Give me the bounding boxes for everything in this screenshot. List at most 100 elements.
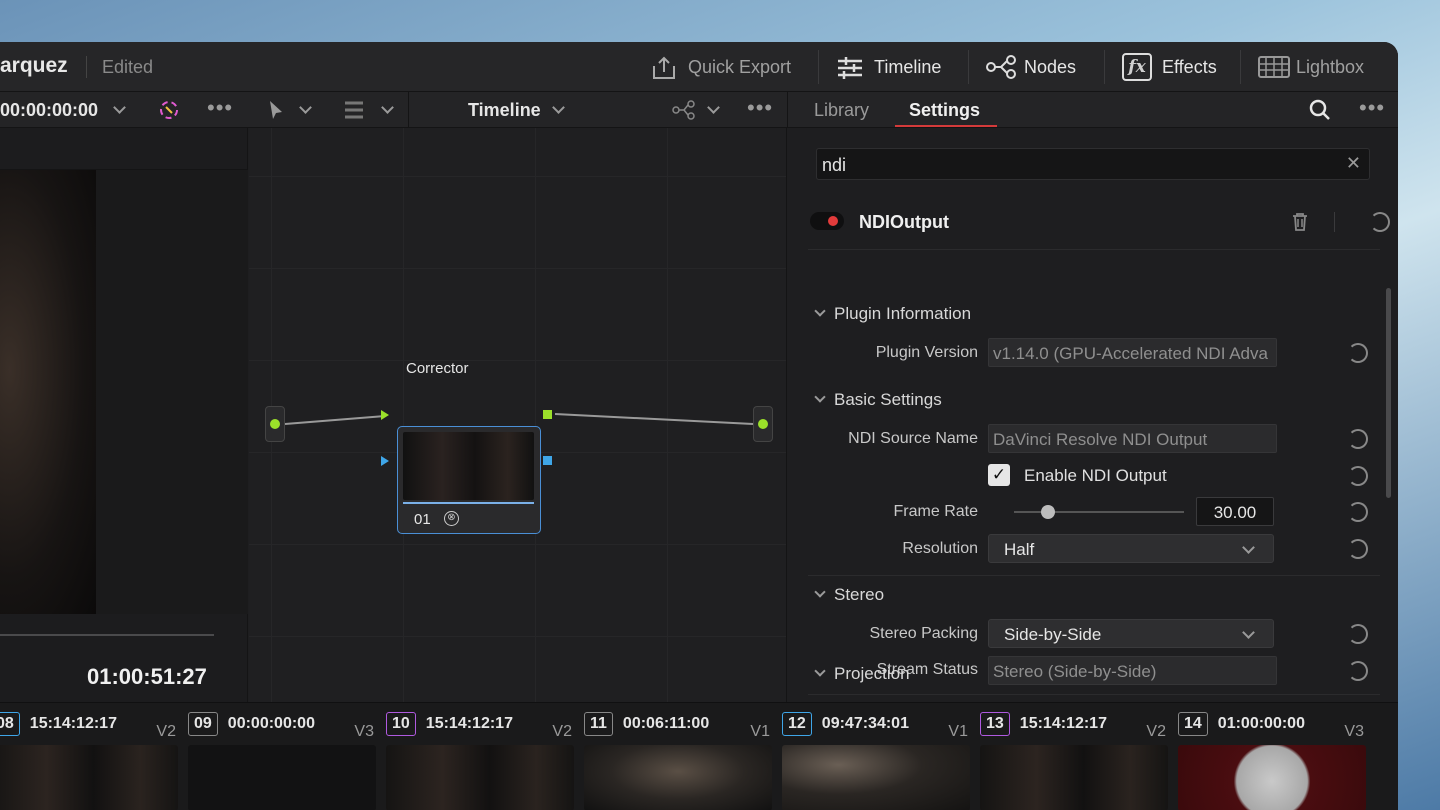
reset-plugin-icon[interactable] bbox=[1370, 212, 1390, 232]
chevron-down-icon bbox=[1242, 626, 1255, 639]
search-icon[interactable] bbox=[1308, 98, 1332, 127]
inspector-scrollbar[interactable] bbox=[1386, 288, 1391, 498]
more-options-icon[interactable]: ••• bbox=[207, 97, 233, 119]
reset-icon[interactable] bbox=[1348, 661, 1368, 681]
clip-number: 09 bbox=[188, 712, 218, 736]
divider bbox=[808, 694, 1380, 695]
section-projection[interactable]: Projection bbox=[814, 664, 910, 684]
reset-icon[interactable] bbox=[1348, 466, 1368, 486]
resolution-value: Half bbox=[1004, 540, 1035, 559]
clip-thumbnail bbox=[188, 745, 376, 810]
clip-14[interactable]: 14 01:00:00:00 V3 bbox=[1178, 703, 1368, 810]
reset-icon[interactable] bbox=[1348, 343, 1368, 363]
settings-search-input[interactable] bbox=[822, 153, 1322, 177]
section-title-label: Plugin Information bbox=[834, 304, 972, 323]
nodes-icon bbox=[986, 55, 1016, 79]
resolution-label: Resolution bbox=[902, 540, 978, 557]
clip-11[interactable]: 11 00:06:11:00 V1 bbox=[584, 703, 774, 810]
chevron-down-icon[interactable] bbox=[707, 101, 720, 114]
lightbox-button[interactable]: Lightbox bbox=[1258, 42, 1364, 92]
node-thumbnail bbox=[403, 432, 534, 500]
timeline-button[interactable]: Timeline bbox=[836, 42, 941, 92]
more-options-icon[interactable]: ••• bbox=[747, 97, 773, 119]
clip-13[interactable]: 13 15:14:12:17 V2 bbox=[980, 703, 1170, 810]
reset-icon[interactable] bbox=[1348, 624, 1368, 644]
clip-timecode: 15:14:12:17 bbox=[1019, 715, 1107, 732]
source-input-port[interactable] bbox=[265, 406, 285, 442]
chevron-down-icon[interactable] bbox=[381, 101, 394, 114]
clip-track: V3 bbox=[1344, 723, 1364, 740]
timeline-label: Timeline bbox=[874, 56, 942, 77]
frame-rate-label: Frame Rate bbox=[893, 503, 978, 520]
stereo-packing-select[interactable]: Side-by-Side bbox=[988, 619, 1274, 648]
clip-10[interactable]: 10 15:14:12:17 V2 bbox=[386, 703, 576, 810]
pointer-icon[interactable] bbox=[268, 100, 284, 125]
divider bbox=[1334, 212, 1335, 232]
settings-search-box[interactable]: ✕ bbox=[816, 148, 1370, 180]
clip-track: V1 bbox=[750, 723, 770, 740]
clip-header: 11 00:06:11:00 V1 bbox=[584, 710, 774, 740]
node-editor[interactable]: Corrector 01 ⊗ bbox=[249, 128, 787, 724]
frame-rate-slider-knob[interactable] bbox=[1041, 505, 1055, 519]
reset-icon[interactable] bbox=[1348, 502, 1368, 522]
fx-icon: fx bbox=[1122, 53, 1152, 81]
plugin-name: NDIOutput bbox=[859, 212, 949, 232]
project-name: arquez bbox=[0, 54, 68, 77]
clip-strip: 08 15:14:12:17 V2 09 00:00:00:00 V3 10 1… bbox=[0, 702, 1398, 810]
chevron-down-icon bbox=[814, 305, 826, 317]
stream-status-field: Stereo (Side-by-Side) bbox=[988, 656, 1277, 685]
resolve-window: arquez Edited Quick Export Timeline Node… bbox=[0, 42, 1398, 810]
corrector-node[interactable]: 01 ⊗ bbox=[397, 426, 541, 534]
ndi-source-name-field[interactable]: DaVinci Resolve NDI Output bbox=[988, 424, 1277, 453]
clip-12[interactable]: 12 09:47:34:01 V1 bbox=[782, 703, 972, 810]
color-picker-icon[interactable] bbox=[156, 98, 182, 127]
enable-ndi-output-checkbox[interactable]: ✓ bbox=[988, 464, 1010, 486]
node-mode-label: Timeline bbox=[468, 100, 541, 120]
clip-08[interactable]: 08 15:14:12:17 V2 bbox=[0, 703, 180, 810]
clip-thumbnail bbox=[386, 745, 574, 810]
inspector-panel: ✕ NDIOutput Plugin Information Plugin Ve… bbox=[788, 128, 1398, 702]
reset-icon[interactable] bbox=[1348, 539, 1368, 559]
trash-icon[interactable] bbox=[1292, 212, 1308, 237]
reset-icon[interactable] bbox=[1348, 429, 1368, 449]
clip-timecode: 15:14:12:17 bbox=[425, 715, 513, 732]
clip-timecode: 00:00:00:00 bbox=[227, 715, 315, 732]
toolbar-row: 00:00:00:00 ••• Timeline ••• Library Set… bbox=[0, 92, 1398, 128]
clip-09[interactable]: 09 00:00:00:00 V3 bbox=[188, 703, 378, 810]
section-title-label: Basic Settings bbox=[834, 390, 942, 409]
clip-timecode: 00:06:11:00 bbox=[622, 715, 710, 732]
quick-export-label: Quick Export bbox=[688, 56, 792, 77]
more-options-icon[interactable]: ••• bbox=[1359, 97, 1385, 119]
plugin-version-field: v1.14.0 (GPU-Accelerated NDI Adva bbox=[988, 338, 1277, 367]
viewer-panel: 01:00:51:27 bbox=[0, 128, 248, 702]
clip-track: V2 bbox=[1146, 723, 1166, 740]
lightbox-icon bbox=[1258, 55, 1290, 79]
resolution-select[interactable]: Half bbox=[988, 534, 1274, 563]
viewer-timecode: 01:00:51:27 bbox=[87, 664, 207, 689]
section-stereo[interactable]: Stereo bbox=[814, 585, 884, 605]
section-basic-settings[interactable]: Basic Settings bbox=[814, 390, 942, 410]
chevron-down-icon[interactable] bbox=[299, 101, 312, 114]
clip-track: V2 bbox=[156, 723, 176, 740]
nodes-button[interactable]: Nodes bbox=[986, 42, 1076, 92]
divider bbox=[787, 92, 788, 128]
node-number: 01 bbox=[414, 511, 431, 528]
quick-export-button[interactable]: Quick Export bbox=[650, 42, 791, 92]
section-plugin-information[interactable]: Plugin Information bbox=[814, 304, 972, 324]
align-icon[interactable] bbox=[343, 100, 365, 125]
clip-header: 14 01:00:00:00 V3 bbox=[1178, 710, 1368, 740]
tab-library[interactable]: Library bbox=[814, 100, 869, 121]
output-port[interactable] bbox=[753, 406, 773, 442]
clip-number: 10 bbox=[386, 712, 416, 736]
node-label: Corrector bbox=[406, 360, 469, 377]
node-graph-icon[interactable] bbox=[672, 100, 696, 125]
effects-button[interactable]: fx Effects bbox=[1122, 42, 1217, 92]
clear-icon[interactable]: ✕ bbox=[1346, 153, 1361, 174]
frame-rate-slider[interactable] bbox=[1014, 511, 1184, 513]
node-mode-dropdown[interactable]: Timeline bbox=[468, 100, 565, 121]
viewer-scrubber[interactable] bbox=[0, 634, 214, 636]
tab-settings[interactable]: Settings bbox=[909, 100, 980, 121]
chevron-down-icon[interactable] bbox=[113, 101, 126, 114]
plugin-enable-toggle[interactable] bbox=[810, 212, 844, 230]
frame-rate-input[interactable]: 30.00 bbox=[1196, 497, 1274, 526]
